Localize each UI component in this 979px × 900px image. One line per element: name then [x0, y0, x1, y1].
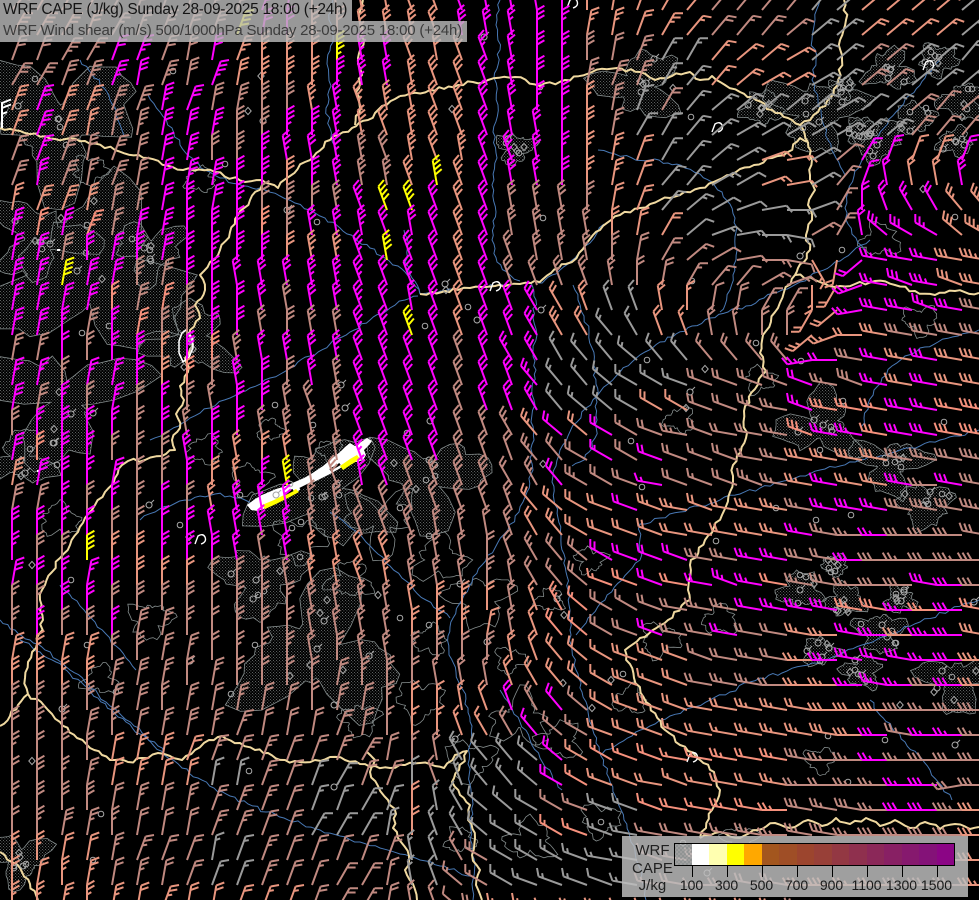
legend-tick-300: 300 — [715, 877, 738, 893]
map-canvas — [0, 0, 979, 900]
legend-tick-900: 900 — [820, 877, 843, 893]
legend-cell-11 — [867, 843, 886, 866]
wrf-weather-map: WRF CAPE (J/kg) Sunday 28-09-2025 18:00 … — [0, 0, 979, 900]
title-cape: WRF CAPE (J/kg) Sunday 28-09-2025 18:00 … — [0, 0, 352, 21]
legend-cell-14 — [919, 843, 938, 866]
legend-cell-4 — [744, 843, 763, 866]
legend-cell-9 — [832, 843, 851, 866]
legend-label-line: CAPE — [632, 860, 673, 878]
legend-label-line: J/kg — [632, 877, 673, 895]
legend-tick-700: 700 — [785, 877, 808, 893]
legend-tick-500: 500 — [750, 877, 773, 893]
legend-cell-12 — [884, 843, 903, 866]
legend-tick-mark — [832, 866, 833, 877]
legend-cell-10 — [849, 843, 868, 866]
legend-cell-3 — [727, 843, 746, 866]
legend-cell-6 — [779, 843, 798, 866]
legend-cell-8 — [814, 843, 833, 866]
legend-tick-1100: 1100 — [851, 877, 881, 893]
legend-tick-mark — [762, 866, 763, 877]
legend-tick-mark — [692, 866, 693, 877]
legend-tick-mark — [902, 866, 903, 877]
legend-tick-mark — [937, 866, 938, 877]
legend-label-line: WRF — [632, 842, 673, 860]
legend-cell-2 — [709, 843, 728, 866]
legend-tick-mark — [727, 866, 728, 877]
legend-tick-mark — [867, 866, 868, 877]
cape-legend: WRFCAPEJ/kg 100 300 500 700 900 1100 13001500 — [622, 836, 968, 897]
legend-cell-1 — [692, 843, 711, 866]
legend-tick-mark — [797, 866, 798, 877]
legend-cell-15 — [937, 843, 956, 866]
legend-tick-100: 100 — [680, 877, 703, 893]
legend-cell-0 — [674, 843, 693, 866]
title-shear: WRF Wind shear (m/s) 500/1000hPa Sunday … — [0, 21, 467, 42]
legend-cell-7 — [797, 843, 816, 866]
legend-cell-5 — [762, 843, 781, 866]
legend-cell-13 — [902, 843, 921, 866]
legend-label: WRFCAPEJ/kg — [632, 842, 673, 895]
legend-tick-1500: 1500 — [921, 877, 952, 893]
legend-tick-1300: 1300 — [886, 877, 917, 893]
